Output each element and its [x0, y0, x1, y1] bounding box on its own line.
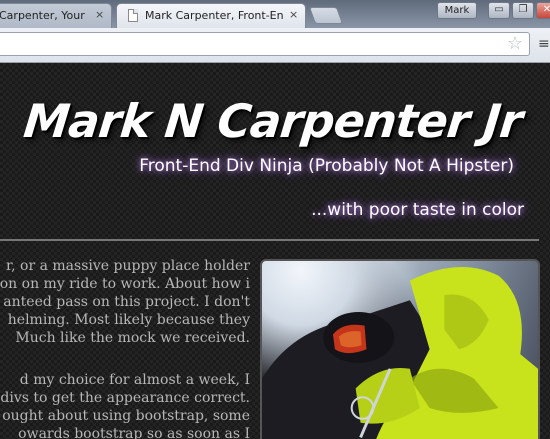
- tab-label: Mark Carpenter, Front-End: [145, 9, 283, 22]
- site-tagline: ...with poor taste in color: [311, 200, 524, 220]
- new-tab-button[interactable]: [308, 7, 344, 24]
- menu-icon[interactable]: ≡: [538, 36, 550, 52]
- text-line: helming. Most likely because they: [7, 312, 250, 328]
- photo-illustration: [262, 267, 538, 439]
- page-icon: [128, 9, 138, 22]
- tab-strip: Carpenter, Your Fr × Mark Carpenter, Fro…: [0, 0, 550, 28]
- tab-inactive[interactable]: Carpenter, Your Fr ×: [0, 3, 112, 28]
- text-line: ought about using bootstrap, some: [2, 408, 250, 424]
- paragraph: r, or a massive puppy place holder on on…: [0, 257, 250, 347]
- site-title: Mark N Carpenter Jr: [21, 94, 525, 148]
- browser-toolbar: ☆ ≡: [0, 28, 550, 63]
- tab-close-icon[interactable]: ×: [289, 8, 298, 21]
- text-line: d my choice for almost a week, I: [19, 372, 250, 388]
- text-line: r, or a massive puppy place holder: [5, 258, 250, 274]
- text-line: on on my ride to work. About how i: [0, 276, 250, 292]
- tab-active[interactable]: Mark Carpenter, Front-End ×: [116, 3, 306, 28]
- browser-chrome: Carpenter, Your Fr × Mark Carpenter, Fro…: [0, 0, 550, 63]
- tab-label: Carpenter, Your Fr: [0, 9, 87, 22]
- text-line: divs to get the appearance correct.: [0, 390, 250, 406]
- paragraph: d my choice for almost a week, I divs to…: [0, 371, 250, 439]
- minimize-icon[interactable]: ▭: [488, 2, 510, 19]
- text-line: owards bootstrap so as soon as I: [18, 426, 250, 439]
- close-window-icon[interactable]: ✕: [536, 2, 550, 19]
- profile-photo: [260, 259, 540, 439]
- bookmark-star-icon[interactable]: ☆: [507, 34, 523, 54]
- header-divider: [0, 239, 539, 241]
- text-line: anteed pass on this project. I don't: [3, 294, 250, 310]
- web-page: Mark N Carpenter Jr Front-End Div Ninja …: [0, 63, 550, 439]
- site-subtitle: Front-End Div Ninja (Probably Not A Hips…: [139, 156, 514, 176]
- profile-button[interactable]: Mark: [437, 2, 477, 19]
- tab-close-icon[interactable]: ×: [95, 8, 104, 21]
- address-bar[interactable]: ☆: [0, 32, 530, 56]
- maximize-icon[interactable]: ❐: [512, 2, 534, 19]
- text-line: Much like the mock we received.: [15, 330, 250, 346]
